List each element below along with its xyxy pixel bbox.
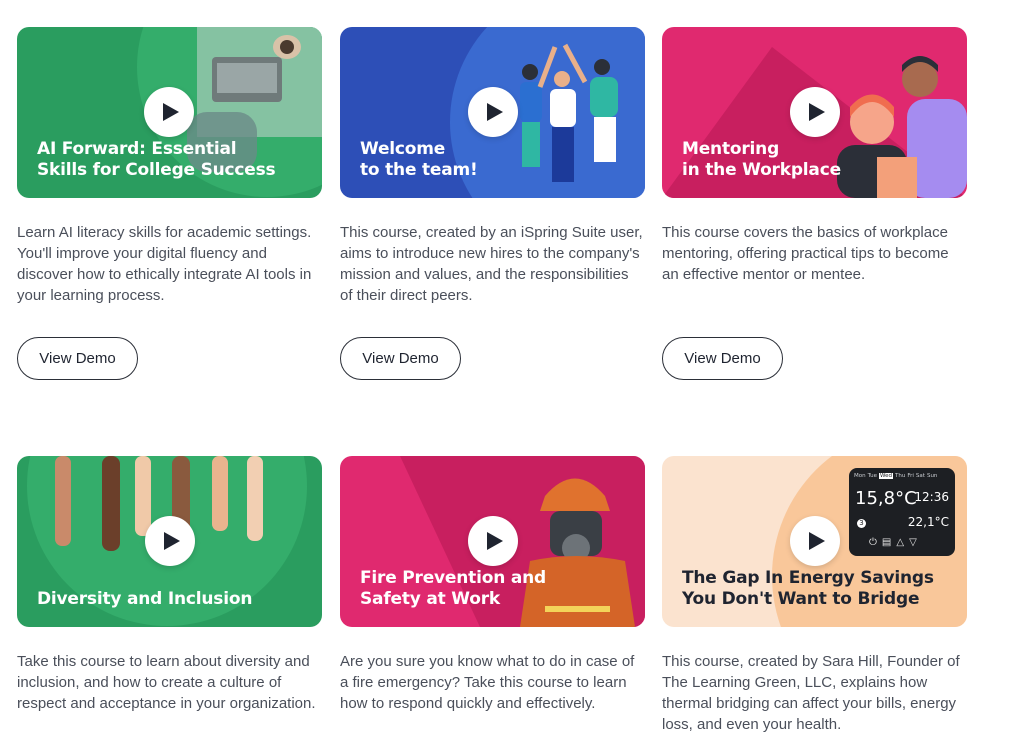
power-icon: ⏻ [869, 537, 882, 548]
thermostat-temperature: 15,8°C [855, 488, 917, 509]
thermostat-day: Sun [926, 473, 938, 479]
play-icon [486, 103, 503, 121]
course-thumbnail[interactable]: Fire Prevention and Safety at Work [340, 456, 645, 627]
view-demo-button[interactable]: View Demo [17, 337, 138, 380]
thermostat-indicator: 3 [857, 519, 866, 528]
thermostat-day: Sat [915, 473, 925, 479]
thermostat-day: Mon [854, 473, 866, 479]
arrow-up-icon: △ [896, 537, 910, 548]
course-description: Learn AI literacy skills for academic se… [17, 224, 312, 304]
thermostat-day: Tue [867, 473, 878, 479]
thermostat-time: 12:36 [914, 490, 949, 504]
arrow-down-icon: ▽ [909, 537, 922, 548]
play-icon [808, 103, 825, 121]
thermostat-day: Thu [895, 473, 906, 479]
view-demo-button[interactable]: View Demo [340, 337, 461, 380]
thermostat-days: Mon Tue Wed Thu Fri Sat Sun [854, 473, 939, 479]
course-title: Fire Prevention and Safety at Work [360, 568, 546, 609]
course-description: This course, created by an iSpring Suite… [340, 224, 643, 304]
thermostat-set-temperature: 22,1°C [907, 515, 949, 529]
course-card-mentoring: Mentoring in the Workplace This course c… [662, 27, 967, 380]
play-button[interactable] [145, 516, 195, 566]
view-demo-button[interactable]: View Demo [662, 337, 783, 380]
course-card-energy-savings: Mon Tue Wed Thu Fri Sat Sun 15,8°C 12:36 3 22,… [662, 456, 967, 735]
course-title: Mentoring in the Workplace [682, 139, 841, 180]
play-icon [808, 532, 825, 550]
course-title: Diversity and Inclusion [37, 589, 253, 609]
thermostat-controls: ⏻▤△▽ [869, 537, 922, 548]
course-thumbnail[interactable]: Welcome to the team! [340, 27, 645, 198]
course-card-fire-prevention: Fire Prevention and Safety at Work Are y… [340, 456, 645, 735]
course-description: Take this course to learn about diversit… [17, 653, 316, 712]
course-thumbnail[interactable]: Mentoring in the Workplace [662, 27, 967, 198]
play-button[interactable] [468, 516, 518, 566]
course-thumbnail[interactable]: Mon Tue Wed Thu Fri Sat Sun 15,8°C 12:36 3 22,… [662, 456, 967, 627]
thermostat-day: Wed [879, 473, 894, 479]
course-thumbnail[interactable]: AI Forward: Essential Skills for College… [17, 27, 322, 198]
play-icon [162, 103, 179, 121]
play-icon [486, 532, 503, 550]
course-description: This course, created by Sara Hill, Found… [662, 653, 960, 733]
play-button[interactable] [790, 516, 840, 566]
menu-icon: ▤ [881, 537, 897, 548]
course-title: AI Forward: Essential Skills for College… [37, 139, 276, 180]
course-card-welcome: Welcome to the team! This course, create… [340, 27, 645, 380]
thermostat-day: Fri [907, 473, 914, 479]
course-title: The Gap In Energy Savings You Don't Want… [682, 568, 934, 609]
course-description: Are you sure you know what to do in case… [340, 653, 635, 712]
play-button[interactable] [468, 87, 518, 137]
play-icon [163, 532, 180, 550]
thermostat-panel: Mon Tue Wed Thu Fri Sat Sun 15,8°C 12:36 3 22,… [849, 468, 955, 556]
course-card-ai-forward: AI Forward: Essential Skills for College… [17, 27, 322, 380]
play-button[interactable] [790, 87, 840, 137]
play-button[interactable] [144, 87, 194, 137]
course-thumbnail[interactable]: Diversity and Inclusion [17, 456, 322, 627]
course-description: This course covers the basics of workpla… [662, 224, 949, 283]
course-card-diversity: Diversity and Inclusion Take this course… [17, 456, 322, 735]
course-title: Welcome to the team! [360, 139, 478, 180]
